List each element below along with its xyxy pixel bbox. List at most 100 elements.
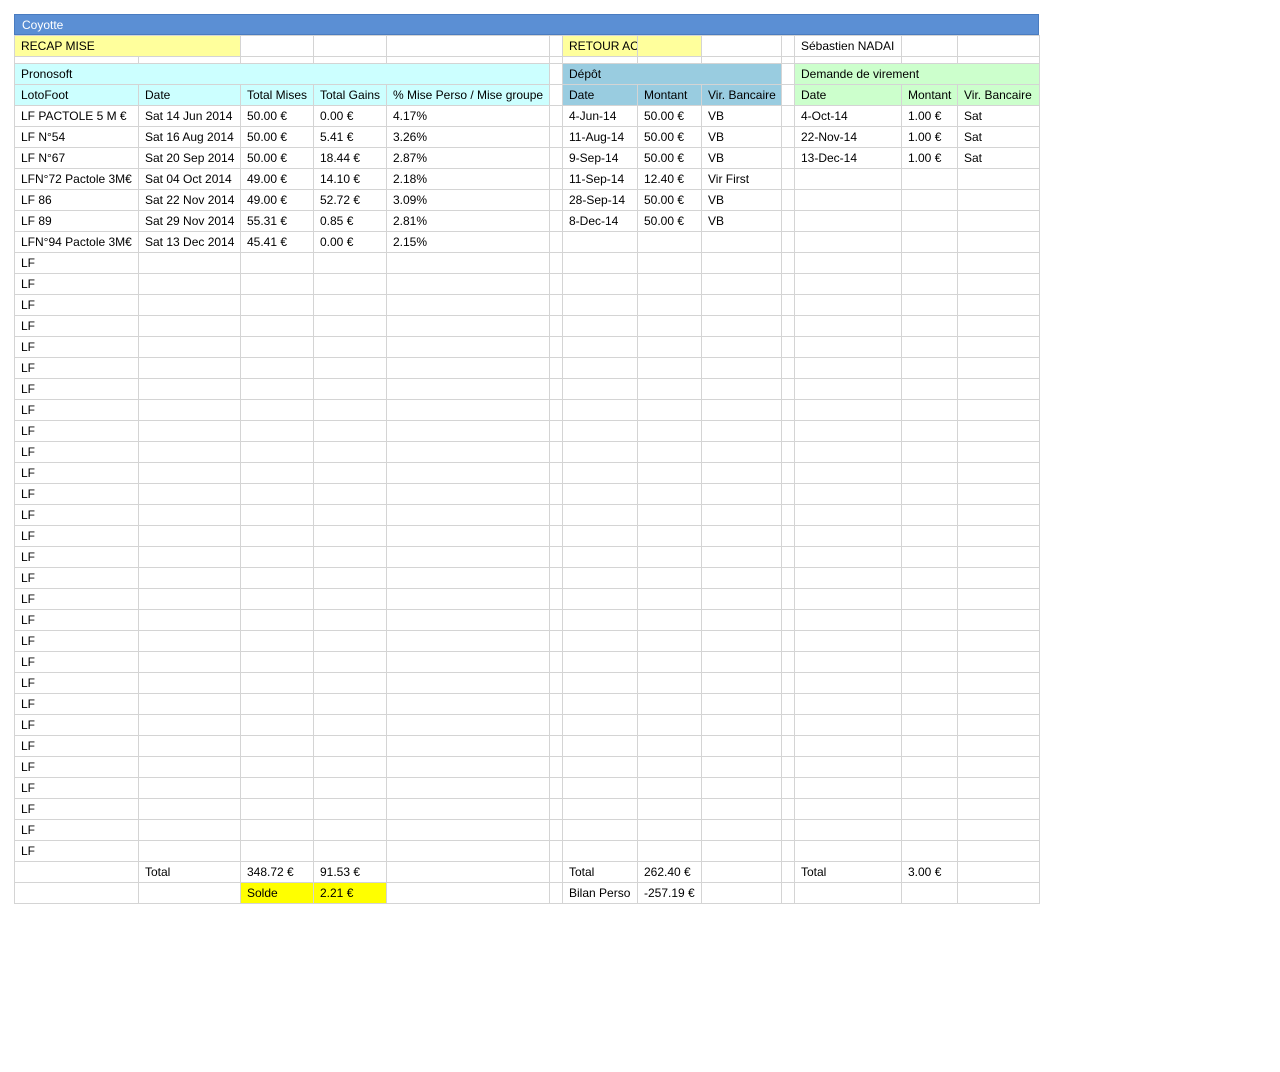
cell[interactable] <box>637 840 702 862</box>
cell[interactable] <box>901 672 958 694</box>
pronosoft-date-cell[interactable]: Sat 13 Dec 2014 <box>138 231 241 253</box>
cell[interactable] <box>313 336 387 358</box>
cell[interactable] <box>562 546 638 568</box>
cell[interactable] <box>240 630 314 652</box>
cell[interactable] <box>701 777 782 799</box>
pronosoft-lotofoot-cell[interactable]: LF <box>14 357 139 379</box>
cell[interactable] <box>386 483 550 505</box>
cell[interactable] <box>138 252 241 274</box>
recap-mise-link[interactable]: RECAP MISE <box>14 35 241 57</box>
cell[interactable] <box>637 714 702 736</box>
cell[interactable] <box>901 777 958 799</box>
cell[interactable] <box>637 35 702 57</box>
cell[interactable] <box>138 567 241 589</box>
cell[interactable] <box>794 567 902 589</box>
pronosoft-lotofoot-cell[interactable]: LF <box>14 483 139 505</box>
pronosoft-lotofoot-cell[interactable]: LF <box>14 252 139 274</box>
cell[interactable] <box>701 294 782 316</box>
cell[interactable] <box>794 483 902 505</box>
cell[interactable] <box>794 252 902 274</box>
cell[interactable] <box>138 378 241 400</box>
cell[interactable] <box>386 588 550 610</box>
cell[interactable] <box>701 273 782 295</box>
cell[interactable] <box>386 357 550 379</box>
cell[interactable] <box>386 462 550 484</box>
cell[interactable] <box>637 273 702 295</box>
cell[interactable] <box>701 798 782 820</box>
cell[interactable] <box>637 315 702 337</box>
cell[interactable] <box>138 546 241 568</box>
cell[interactable] <box>957 546 1040 568</box>
cell[interactable] <box>901 210 958 232</box>
pronosoft-lotofoot-cell[interactable]: LF PACTOLE 5 M € <box>14 105 139 127</box>
cell[interactable] <box>240 294 314 316</box>
cell[interactable] <box>957 168 1040 190</box>
cell[interactable] <box>386 819 550 841</box>
pronosoft-pct-mise-cell[interactable]: 3.09% <box>386 189 550 211</box>
cell[interactable] <box>240 756 314 778</box>
solde-value[interactable]: 2.21 € <box>313 882 387 904</box>
cell[interactable] <box>957 525 1040 547</box>
pronosoft-lotofoot-cell[interactable]: LF N°67 <box>14 147 139 169</box>
cell[interactable] <box>701 567 782 589</box>
pronosoft-total-gains[interactable]: 91.53 € <box>313 861 387 883</box>
cell[interactable] <box>957 861 1040 883</box>
pronosoft-date-cell[interactable]: Sat 29 Nov 2014 <box>138 210 241 232</box>
cell[interactable] <box>138 588 241 610</box>
cell[interactable] <box>138 441 241 463</box>
pronosoft-lotofoot-cell[interactable]: LF <box>14 420 139 442</box>
pronosoft-total-mises-cell[interactable]: 50.00 € <box>240 147 314 169</box>
cell[interactable] <box>138 399 241 421</box>
cell[interactable] <box>957 840 1040 862</box>
virement-montant-cell[interactable]: 1.00 € <box>901 147 958 169</box>
cell[interactable] <box>901 336 958 358</box>
cell[interactable] <box>701 525 782 547</box>
pronosoft-lotofoot-cell[interactable]: LF <box>14 777 139 799</box>
pronosoft-lotofoot-cell[interactable]: LF <box>14 378 139 400</box>
cell[interactable] <box>794 168 902 190</box>
cell[interactable] <box>240 336 314 358</box>
depot-montant-cell[interactable]: 12.40 € <box>637 168 702 190</box>
cell[interactable] <box>386 735 550 757</box>
pronosoft-lotofoot-cell[interactable]: LF <box>14 294 139 316</box>
cell[interactable] <box>637 441 702 463</box>
cell[interactable] <box>637 735 702 757</box>
pronosoft-total-gains-cell[interactable]: 0.00 € <box>313 231 387 253</box>
cell[interactable] <box>562 819 638 841</box>
cell[interactable] <box>386 294 550 316</box>
cell[interactable] <box>386 882 550 904</box>
cell[interactable] <box>637 399 702 421</box>
cell[interactable] <box>701 315 782 337</box>
virement-date-cell[interactable]: 13-Dec-14 <box>794 147 902 169</box>
cell[interactable] <box>240 420 314 442</box>
pronosoft-total-mises-cell[interactable]: 49.00 € <box>240 168 314 190</box>
cell[interactable] <box>794 378 902 400</box>
cell[interactable] <box>138 294 241 316</box>
cell[interactable] <box>637 231 702 253</box>
cell[interactable] <box>313 35 387 57</box>
cell[interactable] <box>794 546 902 568</box>
cell[interactable] <box>637 357 702 379</box>
cell[interactable] <box>138 735 241 757</box>
cell[interactable] <box>957 336 1040 358</box>
cell[interactable] <box>901 882 958 904</box>
cell[interactable] <box>313 441 387 463</box>
cell[interactable] <box>386 777 550 799</box>
retour-accueil-link[interactable]: RETOUR ACCUEIL <box>562 35 638 57</box>
cell[interactable] <box>386 630 550 652</box>
cell[interactable] <box>637 651 702 673</box>
cell[interactable] <box>901 693 958 715</box>
cell[interactable] <box>313 756 387 778</box>
cell[interactable] <box>138 504 241 526</box>
cell[interactable] <box>386 567 550 589</box>
depot-vir-cell[interactable]: VB <box>701 105 782 127</box>
cell[interactable] <box>701 882 782 904</box>
cell[interactable] <box>562 315 638 337</box>
cell[interactable] <box>562 357 638 379</box>
cell[interactable] <box>240 525 314 547</box>
cell[interactable] <box>562 462 638 484</box>
cell[interactable] <box>794 735 902 757</box>
depot-montant-cell[interactable]: 50.00 € <box>637 105 702 127</box>
cell[interactable] <box>901 252 958 274</box>
cell[interactable] <box>957 798 1040 820</box>
